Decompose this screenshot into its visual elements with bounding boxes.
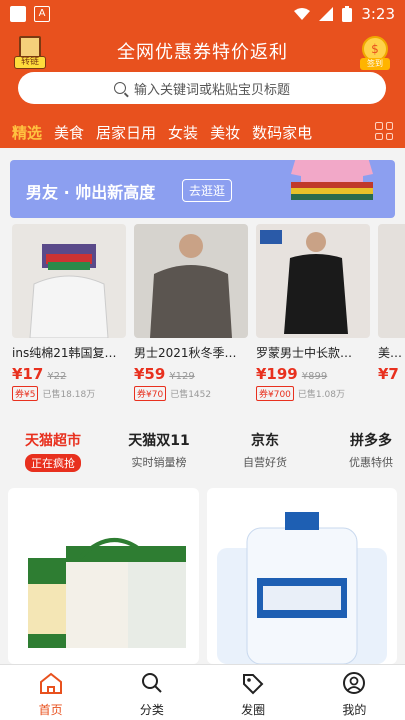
nav-label: 我的 <box>342 703 367 717</box>
status-time: 3:23 <box>361 5 395 23</box>
nav-home[interactable]: 首页 <box>0 665 101 720</box>
tab-jd[interactable]: 京东 自营好货 <box>212 430 318 470</box>
magnifier-icon <box>141 673 162 693</box>
app-title: 全网优惠券特价返利 <box>117 42 288 63</box>
category-tab[interactable]: 精选 <box>12 122 42 143</box>
coupon-badge: 券¥700 <box>256 386 294 401</box>
category-tab[interactable]: 美妆 <box>210 122 240 143</box>
sold-count: 已售18.18万 <box>42 390 96 400</box>
grid-product-card[interactable] <box>8 488 199 664</box>
product-card[interactable]: 罗蒙男士中长款… ¥199 ¥899 券¥700 已售1.08万 <box>256 224 372 404</box>
header: 转链 全网优惠券特价返利 $ 签到 输入关键词或粘贴宝贝标题 精选 美食 居家日… <box>0 28 405 148</box>
original-price: ¥22 <box>47 371 67 382</box>
product-card[interactable]: 美… ¥7 <box>378 224 405 404</box>
product-price: ¥17 <box>12 365 44 383</box>
category-tab[interactable]: 女装 <box>168 122 198 143</box>
category-nav: 精选 美食 居家日用 女装 美妆 数码家电 <box>0 118 405 146</box>
promo-banner[interactable]: 男友 · 帅出新高度 去逛逛 <box>10 160 395 218</box>
sold-count: 已售1452 <box>170 390 212 400</box>
banner-text: 男友 · 帅出新高度 <box>26 183 156 202</box>
detergent-product-image <box>216 512 387 664</box>
category-tab[interactable]: 数码家电 <box>252 122 312 143</box>
a-notification-icon: A <box>34 6 50 22</box>
bottom-nav: 首页 分类 发圈 我的 <box>0 664 405 720</box>
category-tab[interactable]: 美食 <box>54 122 84 143</box>
banner-button[interactable]: 去逛逛 <box>182 179 233 202</box>
nav-label: 首页 <box>38 703 63 717</box>
signin-label: 签到 <box>360 58 390 70</box>
tab-tmall-supermarket[interactable]: 天猫超市 正在疯抢 <box>0 430 106 472</box>
grid-menu-icon[interactable] <box>375 122 393 140</box>
product-card[interactable]: ins纯棉21韩国复… ¥17 ¥22 券¥5 已售18.18万 <box>12 224 128 404</box>
nav-category[interactable]: 分类 <box>101 665 202 720</box>
status-bar: A 3:23 <box>0 0 405 28</box>
user-icon <box>343 672 366 694</box>
sold-count: 已售1.08万 <box>297 390 345 400</box>
product-name: ins纯棉21韩国复… <box>12 346 117 360</box>
app-notification-icon <box>10 6 26 22</box>
product-name: 罗蒙男士中长款… <box>256 346 353 360</box>
coupon-badge: 券¥5 <box>12 386 39 401</box>
polo-shirt-image <box>291 160 373 200</box>
category-tab[interactable]: 居家日用 <box>96 122 156 143</box>
product-image <box>12 224 126 338</box>
search-input[interactable]: 输入关键词或粘贴宝贝标题 <box>18 72 386 104</box>
product-name: 美… <box>378 346 403 360</box>
product-price: ¥199 <box>256 365 298 383</box>
original-price: ¥899 <box>301 371 328 382</box>
coupon-badge: 券¥70 <box>134 386 167 401</box>
original-price: ¥129 <box>169 371 195 382</box>
nav-mine[interactable]: 我的 <box>304 665 405 720</box>
platform-tabs: 天猫超市 正在疯抢 天猫双11 实时销量榜 京东 自营好货 拼多多 优惠特供 <box>0 430 405 472</box>
tag-icon <box>243 674 264 695</box>
product-grid <box>8 488 397 664</box>
product-image <box>378 224 405 338</box>
product-name: 男士2021秋冬季… <box>134 346 237 360</box>
product-card[interactable]: 男士2021秋冬季… ¥59 ¥129 券¥70 已售1452 <box>134 224 250 404</box>
signal-icon <box>319 7 334 21</box>
soymilk-product-image <box>28 538 186 648</box>
search-icon <box>113 82 126 94</box>
product-image <box>134 224 248 338</box>
tab-pinduoduo[interactable]: 拼多多 优惠特供 <box>318 430 405 470</box>
nav-label: 分类 <box>139 703 164 717</box>
nav-label: 发圈 <box>241 703 266 717</box>
product-image <box>256 224 370 338</box>
wifi-icon <box>294 7 311 20</box>
battery-icon <box>342 6 353 22</box>
signin-button[interactable]: $ 签到 <box>360 36 390 70</box>
product-carousel: ins纯棉21韩国复… ¥17 ¥22 券¥5 已售18.18万 男士2021秋冬季… <box>12 224 405 404</box>
product-price: ¥59 <box>134 365 166 383</box>
tab-tmall-double11[interactable]: 天猫双11 实时销量榜 <box>106 430 212 470</box>
product-price: ¥7 <box>378 365 399 383</box>
grid-product-card[interactable] <box>206 488 397 664</box>
home-icon <box>39 672 62 694</box>
search-placeholder: 输入关键词或粘贴宝贝标题 <box>133 82 290 98</box>
nav-share[interactable]: 发圈 <box>203 665 304 720</box>
